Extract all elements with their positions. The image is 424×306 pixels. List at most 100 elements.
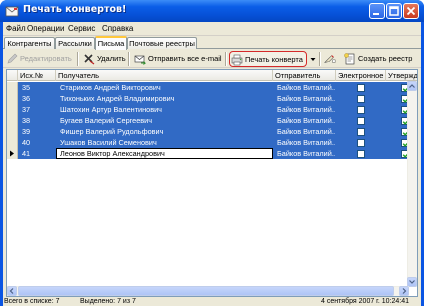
close-button[interactable] xyxy=(403,3,419,19)
tab-letters[interactable]: Письма xyxy=(95,36,127,50)
grid-header: Исх.№ Получатель Отправитель Электронное… xyxy=(7,70,417,81)
electronic-checkbox[interactable] xyxy=(357,106,365,114)
toolbar-separator xyxy=(319,52,321,66)
table-row[interactable]: 38 Бугаев Валерий Сергеевич Байков Виталий… xyxy=(7,115,417,126)
menu-help[interactable]: Справка xyxy=(101,23,134,35)
print-envelope-label: Печать конверта xyxy=(245,55,303,64)
cell-number: 35 xyxy=(22,83,31,92)
print-envelope-button[interactable]: Печать конверта xyxy=(229,51,307,67)
menu-file[interactable]: Файл xyxy=(5,23,27,35)
scroll-right-icon xyxy=(402,288,407,294)
status-selected: Выделено: 7 из 7 xyxy=(80,298,136,305)
row-indicator[interactable] xyxy=(7,104,18,115)
send-all-email-button[interactable]: Отправить все e-mail xyxy=(133,51,223,67)
scroll-right-button[interactable] xyxy=(399,286,409,296)
electronic-checkbox[interactable] xyxy=(357,117,365,125)
cell-sender: Байков Виталий... xyxy=(277,138,335,147)
header-indicator xyxy=(7,70,18,81)
cell-recipient: Шатохин Артур Валентинович xyxy=(60,105,162,114)
send-email-icon xyxy=(134,55,146,65)
cell-number: 41 xyxy=(22,149,31,158)
edit-label: Редактировать xyxy=(20,54,72,63)
cell-number: 36 xyxy=(22,94,31,103)
cell-recipient: Фишер Валерий Рудольфович xyxy=(60,127,164,136)
cell-recipient: Ушаков Василий Семенович xyxy=(60,138,157,147)
cell-sender: Байков Виталий... xyxy=(277,149,335,158)
letters-grid[interactable]: Исх.№ Получатель Отправитель Электронное… xyxy=(6,69,418,297)
column-header-recipient[interactable]: Получатель xyxy=(56,70,273,81)
status-bar: Всего в списке: 7 Выделено: 7 из 7 4 сен… xyxy=(3,298,421,306)
electronic-checkbox[interactable] xyxy=(357,95,365,103)
scroll-left-button[interactable] xyxy=(7,286,17,296)
menu-service[interactable]: Сервис xyxy=(67,23,96,35)
close-icon xyxy=(406,6,416,16)
tab-contractors[interactable]: Контрагенты xyxy=(4,37,55,49)
edit-button[interactable]: Редактировать xyxy=(5,51,75,67)
minimize-button[interactable] xyxy=(369,3,385,19)
dropdown-arrow-icon xyxy=(310,58,316,61)
cell-number: 38 xyxy=(22,116,31,125)
maximize-button[interactable] xyxy=(386,3,402,19)
tab-bar: Контрагенты Рассылки Письма Почтовые рее… xyxy=(3,36,421,50)
create-register-button[interactable]: Создать реестр xyxy=(343,51,419,67)
column-header-approved[interactable]: Утвержде xyxy=(386,70,417,81)
title-bar[interactable]: Печать конвертов! xyxy=(0,0,424,22)
column-header-sender[interactable]: Отправитель xyxy=(273,70,336,81)
send-all-email-label: Отправить все e-mail xyxy=(148,54,222,63)
cell-recipient: Леонов Виктор Александрович xyxy=(60,149,165,158)
delete-button[interactable]: Удалить xyxy=(82,51,126,67)
table-row[interactable]: 40 Ушаков Василий Семенович Байков Виталий… xyxy=(7,137,417,148)
cell-number: 40 xyxy=(22,138,31,147)
row-indicator[interactable] xyxy=(7,82,18,93)
maximize-icon xyxy=(389,6,399,16)
cell-recipient: Бугаев Валерий Сергеевич xyxy=(60,116,153,125)
scroll-up-button[interactable] xyxy=(407,81,417,91)
row-indicator[interactable] xyxy=(7,93,18,104)
menu-operations[interactable]: Операции xyxy=(26,23,65,35)
tab-mail-registers[interactable]: Почтовые реестры xyxy=(127,37,197,49)
electronic-checkbox[interactable] xyxy=(357,150,365,158)
row-indicator[interactable] xyxy=(7,126,18,137)
row-indicator[interactable] xyxy=(7,137,18,148)
column-header-electronic[interactable]: Электронное xyxy=(336,70,386,81)
table-row[interactable]: 39 Фишер Валерий Рудольфович Байков Витали… xyxy=(7,126,417,137)
table-row[interactable]: 41 Леонов Виктор Александрович Байков Вита… xyxy=(7,148,417,159)
window-title: Печать конвертов! xyxy=(23,4,127,15)
cell-sender: Байков Виталий... xyxy=(277,83,335,92)
cell-number: 39 xyxy=(22,127,31,136)
cell-sender: Байков Виталий... xyxy=(277,127,335,136)
horizontal-scroll-thumb[interactable] xyxy=(18,286,394,296)
print-envelope-icon xyxy=(231,54,243,66)
envelope-app-icon xyxy=(5,6,19,17)
horizontal-scrollbar[interactable] xyxy=(7,286,409,296)
cell-sender: Байков Виталий... xyxy=(277,116,335,125)
toolbar-separator xyxy=(225,52,227,66)
client-area: Файл Операции Сервис Справка Контрагенты… xyxy=(3,22,421,306)
electronic-checkbox[interactable] xyxy=(357,139,365,147)
delete-label: Удалить xyxy=(97,54,126,63)
electronic-checkbox[interactable] xyxy=(357,84,365,92)
scroll-left-icon xyxy=(9,288,14,294)
scroll-up-icon xyxy=(409,84,415,88)
table-row[interactable]: 37 Шатохин Артур Валентинович Байков Витал… xyxy=(7,104,417,115)
table-row[interactable]: 36 Тихоньких Андрей Владимирович Байков Ви… xyxy=(7,93,417,104)
cell-recipient: Тихоньких Андрей Владимирович xyxy=(60,94,175,103)
toolbar-separator xyxy=(77,52,79,66)
stamp-icon xyxy=(324,55,336,63)
create-register-icon xyxy=(344,53,355,65)
vertical-scrollbar[interactable] xyxy=(407,81,417,287)
stamp-button[interactable] xyxy=(323,51,343,67)
row-indicator[interactable] xyxy=(7,148,18,159)
pencil-icon xyxy=(7,53,18,64)
toolbar: Редактировать Удалить Отправить все e-ma… xyxy=(3,50,421,68)
tab-mailings[interactable]: Рассылки xyxy=(55,37,95,49)
menu-bar: Файл Операции Сервис Справка xyxy=(3,22,421,36)
electronic-checkbox[interactable] xyxy=(357,128,365,136)
print-envelope-dropdown[interactable] xyxy=(309,51,317,67)
app-window: Печать конвертов! Файл Операции Сервис С… xyxy=(0,0,424,306)
delete-icon xyxy=(84,54,95,65)
toolbar-separator xyxy=(128,52,130,66)
row-indicator[interactable] xyxy=(7,115,18,126)
table-row[interactable]: 35 Стариков Андрей Викторович Байков Витал… xyxy=(7,82,417,93)
column-header-number[interactable]: Исх.№ xyxy=(18,70,56,81)
